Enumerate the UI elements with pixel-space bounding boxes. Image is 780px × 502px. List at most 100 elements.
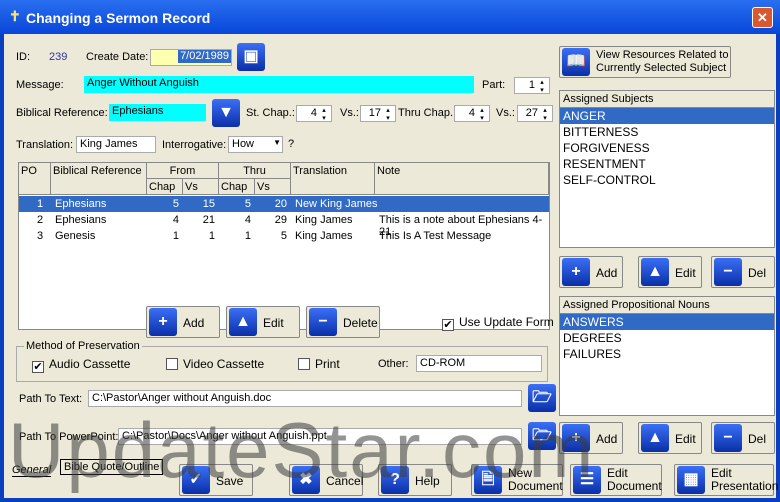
cell-po: 1 bbox=[37, 198, 44, 210]
table-row[interactable]: 2 Ephesians 4 21 4 29 King James This is a note… bbox=[19, 212, 549, 238]
col-thru-vs: Vs bbox=[255, 179, 291, 195]
grid-edit-button[interactable]: ▲ Edit bbox=[226, 306, 300, 338]
table-row[interactable]: 1 Ephesians 5 15 5 20 New King James bbox=[19, 196, 549, 212]
subject-edit-button[interactable]: ▲ Edit bbox=[638, 256, 702, 288]
view-resources-button[interactable]: 📖 View Resources Related to Currently Sel… bbox=[559, 46, 731, 78]
create-date-value: 7/02/1989 bbox=[178, 50, 231, 63]
cancel-button[interactable]: ✖ Cancel bbox=[289, 464, 363, 496]
cell-fc: 1 bbox=[172, 230, 179, 242]
col-ref: Biblical Reference bbox=[51, 163, 147, 195]
del-label: Del bbox=[748, 266, 767, 280]
cell-tr: New King James bbox=[295, 198, 378, 210]
thru-chap-spinner[interactable]: 4 bbox=[454, 105, 490, 122]
subjects-list[interactable]: Assigned Subjects ANGER BITTERNESS FORGIVEN… bbox=[559, 90, 775, 248]
message-label: Message: bbox=[16, 79, 64, 91]
cell-tc: 1 bbox=[244, 230, 251, 242]
list-item[interactable]: FORGIVENESS bbox=[560, 140, 774, 156]
close-button[interactable]: ✕ bbox=[752, 7, 773, 28]
col-po: PO bbox=[19, 163, 51, 195]
cell-tv: 5 bbox=[280, 230, 287, 242]
add-label: Add bbox=[596, 266, 618, 280]
st-chap-label: St. Chap.: bbox=[246, 107, 295, 119]
cell-tv: 20 bbox=[274, 198, 287, 210]
create-date-label: Create Date: bbox=[86, 51, 149, 63]
interrogative-select[interactable]: How ▼ bbox=[228, 136, 283, 153]
checkbox-checked[interactable]: ✔ bbox=[32, 361, 44, 373]
cell-ref: Genesis bbox=[55, 230, 96, 242]
list-item[interactable]: BITTERNESS bbox=[560, 124, 774, 140]
x-icon: ✖ bbox=[292, 466, 320, 494]
st-vs-spinner[interactable]: 17 bbox=[360, 105, 396, 122]
cross-icon: ✝ bbox=[9, 8, 21, 24]
list-item[interactable]: ANGER bbox=[560, 108, 774, 124]
checkbox-unchecked[interactable] bbox=[166, 358, 178, 370]
help-label: Help bbox=[415, 474, 440, 488]
folder-open-icon: 🗁 bbox=[532, 389, 552, 406]
bibref-field[interactable]: Ephesians bbox=[109, 104, 206, 121]
subject-add-button[interactable]: + Add bbox=[559, 256, 623, 288]
translation-label: Translation: bbox=[16, 139, 74, 151]
cell-fv: 1 bbox=[208, 230, 215, 242]
grid-delete-button[interactable]: − Delete bbox=[306, 306, 380, 338]
table-row[interactable]: 3 Genesis 1 1 1 5 King James This Is A Test Mes… bbox=[19, 228, 549, 244]
cell-po: 2 bbox=[37, 214, 44, 226]
interrogative-value: How bbox=[232, 138, 255, 150]
print-label: Print bbox=[315, 357, 340, 371]
list-item[interactable]: SELF-CONTROL bbox=[560, 172, 774, 188]
use-update-form-checkbox[interactable]: ✔ Use Update Form bbox=[442, 315, 554, 331]
browse-text-button[interactable]: 🗁 bbox=[528, 384, 556, 412]
calendar-icon: ▣ bbox=[243, 48, 259, 65]
message-field[interactable]: Anger Without Anguish bbox=[84, 76, 474, 93]
part-spinner[interactable]: 1 bbox=[514, 77, 550, 94]
document-lines-icon: ☰ bbox=[573, 466, 601, 494]
noun-del-button[interactable]: − Del bbox=[711, 422, 775, 454]
path-ppt-field[interactable]: C:\Pastor\Docs\Anger without Anguish.ppt bbox=[118, 428, 522, 445]
other-field[interactable]: CD-ROM bbox=[416, 355, 542, 372]
audio-cassette-checkbox[interactable]: ✔ Audio Cassette bbox=[32, 357, 130, 373]
question-icon: ? bbox=[381, 466, 409, 494]
passages-grid: PO Biblical Reference From Thru Chap Vs … bbox=[18, 162, 550, 330]
noun-edit-button[interactable]: ▲ Edit bbox=[638, 422, 702, 454]
new-document-button[interactable]: 🗎 New Document bbox=[471, 464, 563, 496]
edit-document-label: Edit Document bbox=[607, 466, 662, 493]
list-item[interactable]: ANSWERS bbox=[560, 314, 774, 330]
grid-add-button[interactable]: + Add bbox=[146, 306, 220, 338]
st-vs-label: Vs.: bbox=[340, 107, 359, 119]
checkbox-checked[interactable]: ✔ bbox=[442, 319, 454, 331]
translation-field[interactable]: King James bbox=[76, 136, 156, 153]
bibref-dropdown-button[interactable]: ▼ bbox=[212, 99, 240, 127]
edit-document-button[interactable]: ☰ Edit Document bbox=[570, 464, 662, 496]
create-date-field[interactable]: 7/02/1989 bbox=[150, 49, 232, 66]
list-item[interactable]: DEGREES bbox=[560, 330, 774, 346]
thru-vs-spinner[interactable]: 27 bbox=[517, 105, 553, 122]
tab-general[interactable]: General bbox=[12, 464, 52, 477]
list-item[interactable]: RESENTMENT bbox=[560, 156, 774, 172]
nouns-list[interactable]: Assigned Propositional Nouns ANSWERS DEGRE… bbox=[559, 296, 775, 416]
print-checkbox[interactable]: Print bbox=[298, 357, 340, 371]
noun-add-button[interactable]: + Add bbox=[559, 422, 623, 454]
cell-tc: 4 bbox=[244, 214, 251, 226]
triangle-up-icon: ▲ bbox=[641, 424, 669, 452]
cell-ref: Ephesians bbox=[55, 214, 107, 226]
cancel-label: Cancel bbox=[326, 474, 364, 488]
st-chap-spinner[interactable]: 4 bbox=[296, 105, 332, 122]
video-cassette-checkbox[interactable]: Video Cassette bbox=[166, 357, 264, 371]
help-button[interactable]: ? Help bbox=[378, 464, 452, 496]
calendar-button[interactable]: ▣ bbox=[237, 43, 265, 71]
checkbox-unchecked[interactable] bbox=[298, 358, 310, 370]
edit-presentation-label: Edit Presentation bbox=[711, 466, 779, 493]
chevron-down-icon: ▼ bbox=[273, 138, 281, 147]
save-label: Save bbox=[216, 474, 244, 488]
cell-tr: King James bbox=[295, 214, 353, 226]
browse-ppt-button[interactable]: 🗁 bbox=[528, 422, 556, 450]
path-text-field[interactable]: C:\Pastor\Anger without Anguish.doc bbox=[88, 390, 522, 407]
tab-bible-quote-outline[interactable]: Bible Quote/Outline bbox=[60, 459, 164, 475]
subject-del-button[interactable]: − Del bbox=[711, 256, 775, 288]
edit-presentation-button[interactable]: ▦ Edit Presentation bbox=[674, 464, 778, 496]
plus-icon: + bbox=[149, 308, 177, 336]
list-item[interactable]: FAILURES bbox=[560, 346, 774, 362]
triangle-up-icon: ▲ bbox=[641, 258, 669, 286]
title-bar: ✝ Changing a Sermon Record bbox=[0, 0, 780, 34]
path-text-label: Path To Text: bbox=[19, 393, 83, 405]
save-button[interactable]: ✓ Save bbox=[179, 464, 253, 496]
